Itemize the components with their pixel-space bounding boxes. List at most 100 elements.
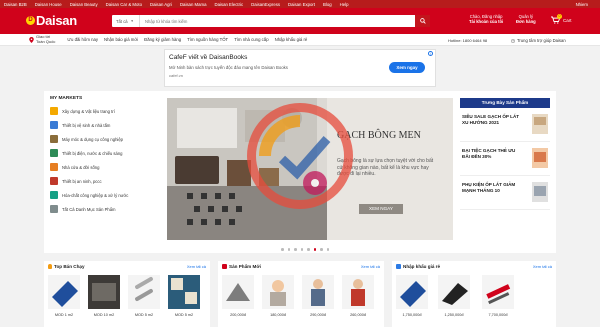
product-image bbox=[222, 275, 254, 309]
product-card[interactable]: MOD 1 m2 bbox=[48, 275, 80, 317]
ad-banner[interactable]: CafeF viết về DaisanBooks Mở Ninh bàn sá… bbox=[164, 49, 436, 87]
slider-dot[interactable] bbox=[294, 248, 297, 251]
topnav-express[interactable]: DaisanExpress bbox=[251, 2, 280, 7]
delivery-location[interactable]: Giao tới Toàn Quốc bbox=[29, 34, 56, 44]
help-circle-icon: ? bbox=[511, 39, 515, 43]
view-all-link[interactable]: Xem tất cả bbox=[187, 264, 206, 269]
ad-info-icon[interactable]: i bbox=[428, 51, 433, 56]
search-input[interactable] bbox=[140, 15, 415, 27]
cart-button[interactable]: 0 Cart bbox=[551, 14, 572, 24]
topnav-beauty[interactable]: Daisan Beauty bbox=[70, 2, 98, 7]
chevron-down-icon: ▼ bbox=[130, 19, 134, 23]
trend-thumbnail bbox=[532, 148, 548, 168]
market-label: Tất Cả Danh Mục Sản Phẩm bbox=[62, 206, 116, 212]
subnav-suppliers[interactable]: Tìm nhà cung cấp bbox=[234, 37, 268, 42]
market-item[interactable]: Thiết bị điện, nước & chiếu sáng bbox=[50, 146, 160, 160]
section-title: Top Bán Chạy bbox=[48, 264, 85, 269]
search-icon bbox=[419, 18, 426, 24]
product-image bbox=[302, 275, 334, 309]
product-price: 7,700,000đ bbox=[488, 313, 508, 317]
product-image bbox=[262, 275, 294, 309]
product-card[interactable]: 260,000đ bbox=[342, 275, 374, 317]
product-card[interactable]: 7,700,000đ bbox=[482, 275, 514, 317]
topnav-house[interactable]: Daisan House bbox=[35, 2, 62, 7]
slider-dot[interactable] bbox=[281, 248, 284, 251]
trend-item-title: SIÊU SALE GẠCH ỐP LÁT XU HƯỚNG 2021 bbox=[462, 114, 520, 125]
slider-dot[interactable] bbox=[320, 248, 323, 251]
slider-dot[interactable] bbox=[287, 248, 290, 251]
product-price: 290,000đ bbox=[310, 313, 326, 317]
view-all-link[interactable]: Xem tất cả bbox=[361, 264, 380, 269]
market-item[interactable]: Thiết bị an ninh, pccc bbox=[50, 174, 160, 188]
slider-dot[interactable] bbox=[300, 248, 303, 251]
topnav-car-moto[interactable]: Daisan Car & Moto bbox=[106, 2, 142, 7]
view-all-link[interactable]: Xem tất cả bbox=[533, 264, 552, 269]
product-card[interactable]: MOD 10 m2 bbox=[88, 275, 120, 317]
product-image bbox=[438, 275, 470, 309]
product-price: 1,750,000đ bbox=[402, 313, 422, 317]
subnav-quotes[interactable]: Nhận báo giá mới bbox=[104, 37, 138, 42]
subnav-register[interactable]: Đăng ký giảm hàng bbox=[144, 37, 181, 42]
search-category-select[interactable]: Tất cả ▼ bbox=[112, 15, 140, 27]
trend-item[interactable]: PHỤ KIỆN ỐP LÁT GIẢM MẠNH THÁNG 10 bbox=[460, 176, 550, 210]
slider-dots bbox=[281, 248, 333, 251]
markets-title: MY MARKETS bbox=[50, 96, 83, 101]
logo-text: Daisan bbox=[36, 13, 77, 28]
product-card[interactable]: 1,750,000đ bbox=[396, 275, 428, 317]
topnav-help[interactable]: Help bbox=[340, 2, 349, 7]
user-menu[interactable]: Nhiem bbox=[576, 2, 588, 7]
product-card[interactable]: 290,000đ bbox=[302, 275, 334, 317]
topnav-agri[interactable]: Daisan Agri bbox=[150, 2, 172, 7]
slider-dot[interactable] bbox=[326, 248, 329, 251]
ad-cta-button[interactable]: Xem ngay bbox=[389, 62, 425, 73]
slide-cta-button[interactable]: XEM NGAY bbox=[359, 204, 403, 214]
search-button[interactable] bbox=[415, 15, 430, 27]
product-card[interactable]: 180,000đ bbox=[262, 275, 294, 317]
login-link[interactable]: Chào, Đăng nhập Tài khoản của tôi bbox=[469, 14, 503, 24]
market-item[interactable]: Thiết bị vệ sinh & nhà tắm bbox=[50, 118, 160, 132]
orders-link[interactable]: Quản lý Đơn hàng bbox=[516, 14, 536, 24]
location-pin-icon bbox=[29, 36, 34, 43]
product-card[interactable]: MOD 5 m2 bbox=[168, 275, 200, 317]
cart-count-badge: 0 bbox=[557, 14, 562, 19]
slider-dot[interactable] bbox=[307, 248, 310, 251]
subnav-deals[interactable]: Ưu đãi hôm nay bbox=[67, 37, 98, 42]
market-item[interactable]: Xây dựng & Vật liệu trang trí bbox=[50, 104, 160, 118]
market-icon bbox=[50, 107, 58, 115]
product-image bbox=[48, 275, 80, 309]
topnav-b2b[interactable]: Daisan B2B bbox=[4, 2, 27, 7]
new-icon bbox=[222, 264, 227, 269]
product-card[interactable]: MOD 5 m2 bbox=[128, 275, 160, 317]
market-label: Hóa-chất công nghiệp & xử lý nước bbox=[62, 192, 129, 198]
delivery-value: Toàn Quốc bbox=[36, 38, 56, 44]
market-item-all[interactable]: Tất Cả Danh Mục Sản Phẩm bbox=[50, 202, 160, 216]
logo[interactable]: D Daisan bbox=[26, 13, 77, 28]
orders-label-b: Đơn hàng bbox=[516, 19, 536, 24]
topnav-electric[interactable]: Daisan Electric bbox=[214, 2, 243, 7]
topnav-export[interactable]: Daisan Export bbox=[288, 2, 315, 7]
section-imports: Nhập khẩu giá rẻ Xem tất cả 1,750,000đ 1… bbox=[392, 261, 556, 327]
support-link[interactable]: ? Trung tâm trợ giúp Daisan bbox=[511, 38, 566, 43]
trend-thumbnail bbox=[532, 182, 548, 202]
ad-text: Mở Ninh bàn sách trực tuyến độc đáo mang… bbox=[169, 65, 288, 70]
subnav-sourcing[interactable]: Tìm nguồn hàng TỐT bbox=[187, 37, 228, 42]
market-item[interactable]: Hóa-chất công nghiệp & xử lý nước bbox=[50, 188, 160, 202]
market-icon bbox=[50, 177, 58, 185]
my-markets: MY MARKETS Xây dựng & Vật liệu trang trí… bbox=[44, 91, 166, 253]
market-item[interactable]: Nhà cửa & đời sống bbox=[50, 160, 160, 174]
market-item[interactable]: Máy móc & dụng cụ công nghiệp bbox=[50, 132, 160, 146]
topnav-mama[interactable]: Daisan Mama bbox=[180, 2, 207, 7]
market-icon bbox=[50, 121, 58, 129]
slider-dot-active[interactable] bbox=[313, 248, 316, 251]
product-card[interactable]: 200,000đ bbox=[222, 275, 254, 317]
market-label: Xây dựng & Vật liệu trang trí bbox=[62, 108, 115, 114]
product-card[interactable]: 1,250,000đ bbox=[438, 275, 470, 317]
trend-item[interactable]: ĐẠI TIỆC GẠCH THẺ ƯU ĐÃI ĐẾN 30% bbox=[460, 142, 550, 176]
trend-item[interactable]: SIÊU SALE GẠCH ỐP LÁT XU HƯỚNG 2021 bbox=[460, 108, 550, 142]
hotline: Hotline: 1800 6464 98 bbox=[448, 38, 488, 43]
product-image bbox=[168, 275, 200, 309]
subnav-import[interactable]: Nhập khẩu giá rẻ bbox=[275, 37, 308, 42]
product-price: 260,000đ bbox=[350, 313, 366, 317]
topnav-blog[interactable]: Blog bbox=[323, 2, 332, 7]
trend-title: Trưng Bày Sản Phẩm bbox=[460, 98, 550, 108]
